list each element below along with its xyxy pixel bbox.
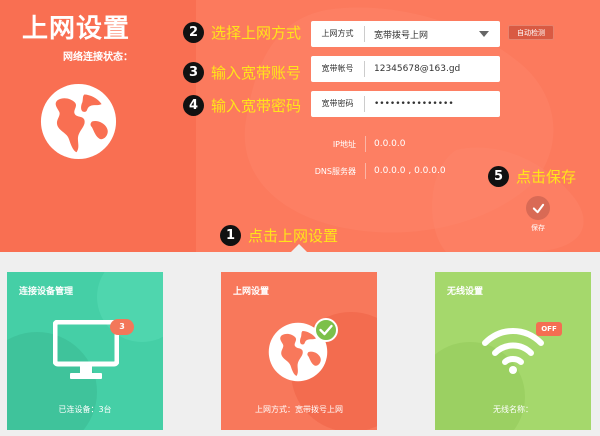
annotation-step-2: 2 选择上网方式 [183, 22, 301, 43]
account-label: 宽带帐号 [311, 61, 365, 77]
dns-row: DNS服务器 0.0.0.0 , 0.0.0.0 [300, 163, 446, 179]
network-card[interactable]: 上网设置 上网方式：宽带拨号上网 [221, 272, 377, 430]
check-icon [532, 203, 544, 213]
network-card-footer: 上网方式：宽带拨号上网 [255, 405, 343, 414]
check-circle-icon [314, 318, 338, 342]
step-number: 4 [183, 95, 204, 116]
account-field[interactable]: 宽带帐号 12345678@163.gd [311, 56, 500, 82]
wireless-card-title: 无线设置 [447, 287, 484, 297]
password-input[interactable]: ••••••••••••••• [365, 99, 500, 109]
ip-row: IP地址 0.0.0.0 [300, 136, 406, 152]
password-field[interactable]: 宽带密码 ••••••••••••••• [311, 91, 500, 117]
ip-label: IP地址 [332, 139, 356, 149]
ip-value: 0.0.0.0 [374, 139, 406, 149]
connection-mode-select[interactable]: 上网方式 宽带拨号上网 [311, 21, 500, 47]
save-label: 保存 [531, 224, 545, 232]
save-control[interactable]: 保存 [524, 196, 552, 233]
connection-mode-value: 宽带拨号上网 [374, 30, 429, 41]
selection-pointer [291, 244, 307, 252]
network-card-title: 上网设置 [233, 287, 270, 297]
step-text: 输入宽带账号 [211, 64, 302, 82]
step-text: 选择上网方式 [211, 24, 302, 42]
annotation-step-4: 4 输入宽带密码 [183, 95, 301, 116]
step-text: 输入宽带密码 [211, 97, 302, 115]
divider [365, 163, 366, 179]
devices-card-title: 连接设备管理 [19, 287, 74, 297]
wireless-card-footer: 无线名称： [493, 405, 533, 414]
devices-card-footer: 已连设备：3台 [58, 405, 112, 414]
step-number: 1 [220, 225, 241, 246]
monitor-icon [53, 320, 119, 379]
step-number: 3 [183, 62, 204, 83]
account-input[interactable]: 12345678@163.gd [365, 64, 500, 74]
dns-value: 0.0.0.0 , 0.0.0.0 [374, 166, 446, 176]
dns-label: DNS服务器 [314, 166, 356, 176]
auto-detect-button[interactable]: 自动检测 [508, 25, 554, 40]
divider [365, 136, 366, 152]
save-button[interactable] [526, 196, 550, 220]
annotation-step-1: 1 点击上网设置 [220, 225, 338, 246]
password-label: 宽带密码 [311, 96, 365, 112]
wireless-off-badge: OFF [536, 322, 562, 336]
globe-icon [40, 83, 117, 160]
annotation-step-5: 5 点击保存 [488, 166, 576, 187]
chevron-down-icon[interactable] [479, 31, 489, 37]
network-status-label: 网络连接状态： [63, 52, 133, 63]
annotation-step-3: 3 输入宽带账号 [183, 62, 301, 83]
header-panel: 上网设置 网络连接状态： 2 选择上网方式 3 输入宽带账号 4 输入宽带密码 … [0, 0, 600, 252]
step-text: 点击上网设置 [248, 227, 339, 245]
devices-card[interactable]: 连接设备管理 3 已连设备：3台 [7, 272, 163, 430]
step-number: 5 [488, 166, 509, 187]
connection-mode-label: 上网方式 [311, 26, 365, 42]
wireless-card[interactable]: 无线设置 无线名称： [435, 272, 591, 430]
page-title: 上网设置 [22, 14, 131, 44]
step-number: 2 [183, 22, 204, 43]
step-text: 点击保存 [516, 168, 577, 186]
device-count-badge: 3 [110, 319, 134, 335]
